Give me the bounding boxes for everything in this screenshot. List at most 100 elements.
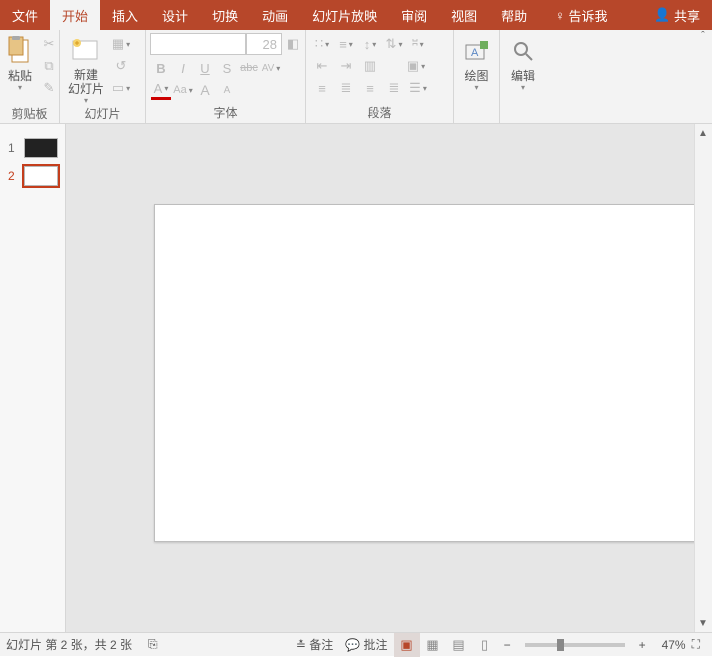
text-direction-icon: ⇅	[386, 36, 397, 52]
thumb-number: 2	[8, 169, 20, 183]
zoom-out-button[interactable]: −	[498, 633, 517, 657]
align-center-icon: ≣	[341, 80, 352, 96]
thumb-preview	[24, 166, 58, 186]
layout-icon: ▦	[112, 36, 124, 52]
group-paragraph: ∷ ≡ ↕ ⇅ ⎶ ⇤ ⇥ ▥ ▣ ≡ ≣ ≡ ≣ ☰ 段落	[306, 30, 454, 123]
align-center-button[interactable]: ≣	[335, 78, 357, 98]
shrink-font-button[interactable]: A	[217, 80, 237, 100]
cut-button[interactable]: ✂	[39, 34, 59, 54]
shapes-icon: A	[461, 35, 493, 67]
slide-canvas[interactable]	[154, 204, 712, 542]
bold-button[interactable]: B	[151, 58, 171, 78]
new-slide-icon	[70, 35, 102, 66]
columns-button[interactable]: ▥	[359, 56, 381, 76]
smartart-icon: ▣	[407, 58, 419, 74]
align-text-button[interactable]: ⎶	[407, 34, 429, 54]
thumb-preview	[24, 138, 58, 158]
align-left-button[interactable]: ≡	[311, 78, 333, 98]
tell-me[interactable]: ♀ 告诉我	[543, 0, 619, 30]
lightbulb-icon: ♀	[555, 8, 568, 23]
smartart-button[interactable]: ▣	[405, 56, 427, 76]
new-slide-button[interactable]: 新建 幻灯片 ▾	[64, 33, 108, 105]
line-spacing-button[interactable]: ↕	[359, 34, 381, 54]
group-drawing: A 绘图 ▾	[454, 30, 500, 123]
tab-help[interactable]: 帮助	[489, 0, 539, 30]
tab-slideshow[interactable]: 幻灯片放映	[300, 0, 389, 30]
normal-view-button[interactable]: ▣	[394, 633, 420, 657]
group-label-drawing	[458, 121, 495, 123]
editing-button[interactable]: 编辑 ▾	[504, 33, 542, 105]
zoom-level[interactable]: 47%	[652, 638, 686, 652]
group-label-clipboard: 剪贴板	[4, 105, 55, 124]
scissors-icon: ✂	[44, 36, 55, 52]
scroll-up-button[interactable]: ▲	[694, 124, 712, 142]
tab-animations[interactable]: 动画	[250, 0, 300, 30]
bullets-button[interactable]: ∷	[311, 34, 333, 54]
spellcheck-icon: ⎘	[148, 637, 158, 652]
brush-icon: ✎	[44, 80, 55, 96]
reading-view-button[interactable]: ▤	[446, 633, 472, 657]
increase-indent-button[interactable]: ⇥	[335, 56, 357, 76]
tab-review[interactable]: 审阅	[389, 0, 439, 30]
format-painter-button[interactable]: ✎	[39, 78, 59, 98]
zoom-slider[interactable]	[525, 643, 625, 647]
distribute-button[interactable]: ☰	[407, 78, 429, 98]
group-label-slides: 幻灯片	[64, 105, 141, 124]
reset-button[interactable]: ↺	[111, 56, 131, 76]
share-button[interactable]: 👤 共享	[642, 0, 712, 30]
tab-insert[interactable]: 插入	[100, 0, 150, 30]
font-name-combo[interactable]	[150, 33, 246, 55]
slide-thumbnail-1[interactable]: 1	[0, 134, 65, 162]
svg-text:A: A	[471, 47, 479, 59]
scroll-down-button[interactable]: ▼	[694, 614, 712, 632]
slide-thumbnail-2[interactable]: 2	[0, 162, 65, 190]
drawing-button[interactable]: A 绘图 ▾	[458, 33, 495, 105]
decrease-indent-button[interactable]: ⇤	[311, 56, 333, 76]
thumb-number: 1	[8, 141, 20, 155]
justify-button[interactable]: ≣	[383, 78, 405, 98]
numbering-button[interactable]: ≡	[335, 34, 357, 54]
slideshow-view-button[interactable]: ▯	[472, 633, 498, 657]
char-spacing-button[interactable]: AV	[261, 58, 281, 78]
shadow-button[interactable]: S	[217, 58, 237, 78]
vertical-scrollbar[interactable]: ▲ ▼	[694, 124, 712, 632]
tab-home[interactable]: 开始	[50, 0, 100, 30]
spellcheck-button[interactable]: ⎘	[142, 633, 164, 657]
tab-transitions[interactable]: 切换	[200, 0, 250, 30]
clear-format-button[interactable]: ◧	[283, 34, 303, 54]
tab-view[interactable]: 视图	[439, 0, 489, 30]
grow-font-button[interactable]: A	[195, 80, 215, 100]
sorter-view-button[interactable]: ▦	[420, 633, 446, 657]
collapse-ribbon-button[interactable]: ˆ	[696, 29, 710, 43]
tab-design[interactable]: 设计	[150, 0, 200, 30]
italic-button[interactable]: I	[173, 58, 193, 78]
line-spacing-icon: ↕	[364, 37, 371, 52]
fit-window-button[interactable]: ⛶	[686, 633, 706, 657]
align-right-button[interactable]: ≡	[359, 78, 381, 98]
zoom-slider-knob[interactable]	[557, 639, 564, 651]
font-color-button[interactable]: A	[151, 80, 171, 100]
align-text-icon: ⎶	[412, 36, 417, 52]
clipboard-icon	[4, 35, 36, 67]
text-direction-button[interactable]: ⇅	[383, 34, 405, 54]
zoom-in-button[interactable]: +	[633, 633, 652, 657]
ribbon: ˆ 粘贴 ▾ ✂ ⧉ ✎ 剪贴板 新建 幻灯片	[0, 30, 712, 124]
slideshow-icon: ▯	[481, 637, 488, 653]
eraser-icon: ◧	[287, 36, 299, 52]
outdent-icon: ⇤	[317, 58, 328, 74]
distribute-icon: ☰	[409, 80, 421, 96]
underline-button[interactable]: U	[195, 58, 215, 78]
change-case-button[interactable]: Aa	[173, 80, 193, 100]
bullets-icon: ∷	[315, 36, 323, 52]
tab-file[interactable]: 文件	[0, 0, 50, 30]
strike-button[interactable]: abc	[239, 58, 259, 78]
copy-button[interactable]: ⧉	[39, 56, 59, 76]
font-size-combo[interactable]: 28	[246, 33, 282, 55]
editor-area: ▲ ▼	[66, 124, 712, 632]
layout-button[interactable]: ▦	[111, 34, 131, 54]
comments-button[interactable]: 💬 批注	[339, 633, 393, 657]
paste-button[interactable]: 粘贴 ▾	[4, 33, 36, 105]
section-button[interactable]: ▭	[111, 78, 131, 98]
notes-button[interactable]: ≛ 备注	[290, 633, 339, 657]
reading-view-icon: ▤	[452, 637, 464, 653]
